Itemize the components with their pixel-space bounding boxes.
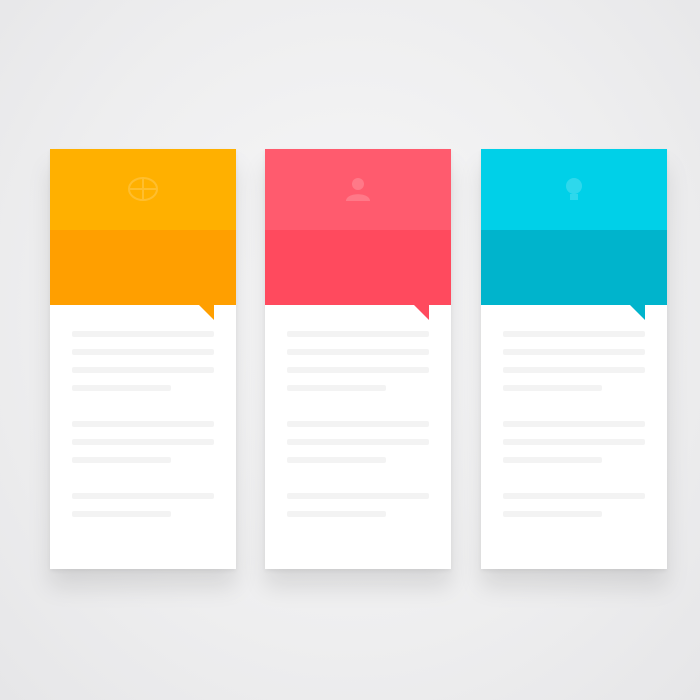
placeholder-text-lines bbox=[287, 331, 429, 529]
speech-pointer bbox=[414, 305, 429, 320]
placeholder-text-lines bbox=[72, 331, 214, 529]
banner-red bbox=[265, 149, 451, 569]
banner-heading-band bbox=[50, 230, 236, 305]
banner-orange bbox=[50, 149, 236, 569]
speech-pointer bbox=[630, 305, 645, 320]
banner-top-band bbox=[481, 149, 667, 230]
speech-pointer bbox=[199, 305, 214, 320]
banner-heading-band bbox=[481, 230, 667, 305]
banner-top-band bbox=[265, 149, 451, 230]
banner-top-band bbox=[50, 149, 236, 230]
banner-heading-band bbox=[265, 230, 451, 305]
world-icon bbox=[128, 177, 158, 201]
banner-blue bbox=[481, 149, 667, 569]
placeholder-text-lines bbox=[503, 331, 645, 529]
lightbulb-icon bbox=[566, 178, 582, 200]
user-icon bbox=[346, 178, 370, 201]
banner-scene bbox=[0, 0, 700, 700]
